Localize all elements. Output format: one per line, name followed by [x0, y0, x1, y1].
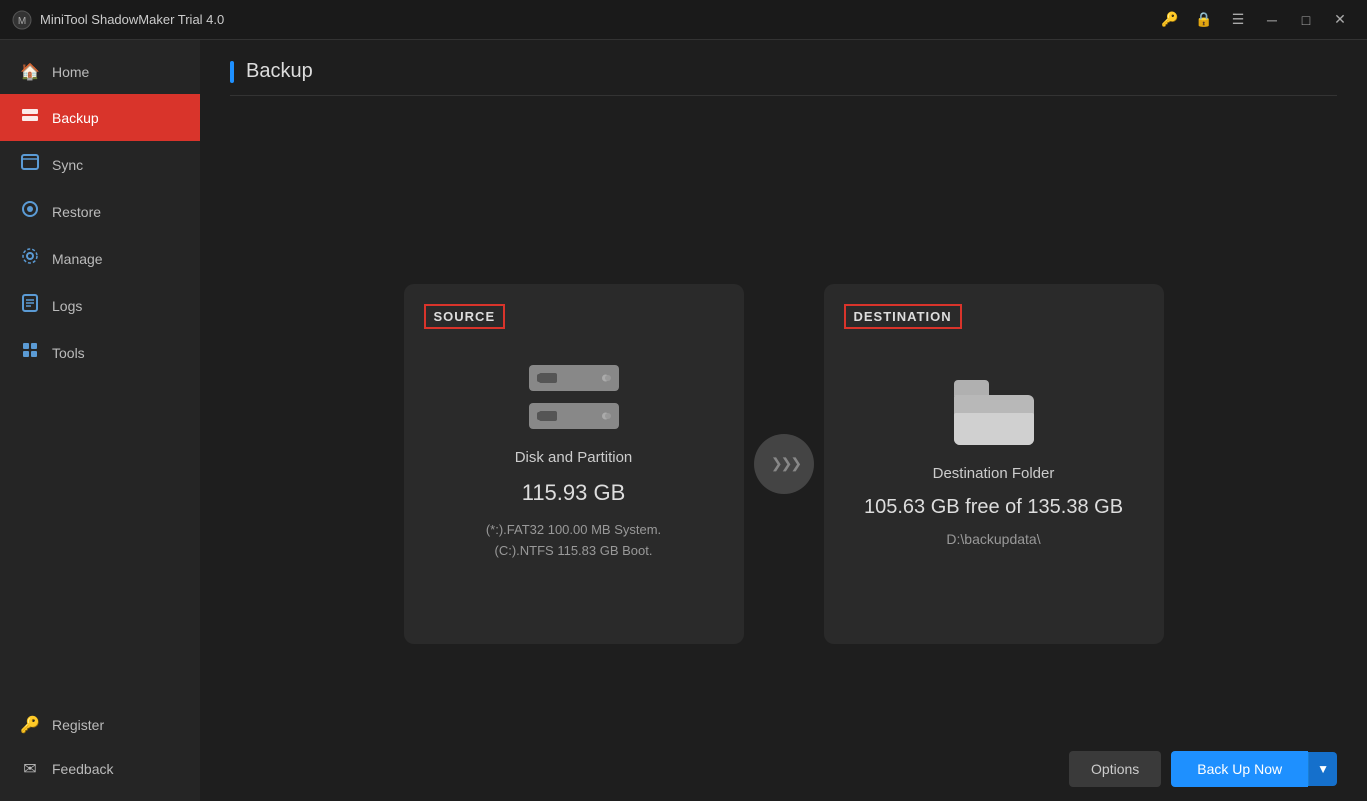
minimize-button[interactable]: ─ — [1257, 5, 1287, 35]
key-icon[interactable]: 🔑 — [1155, 5, 1185, 35]
source-detail1: (*:).FAT32 100.00 MB System. — [486, 520, 661, 541]
sidebar-label-manage: Manage — [52, 251, 103, 267]
source-card[interactable]: SOURCE Disk and Partition 115.93 — [404, 284, 744, 644]
sidebar-item-register[interactable]: 🔑 Register — [0, 703, 200, 747]
sidebar-item-feedback[interactable]: ✉ Feedback — [0, 747, 200, 791]
sidebar-item-backup[interactable]: Backup — [0, 94, 200, 141]
sidebar-label-home: Home — [52, 64, 89, 80]
sidebar-label-logs: Logs — [52, 298, 82, 314]
home-icon: 🏠 — [20, 62, 40, 82]
sidebar-label-register: Register — [52, 717, 104, 733]
svg-text:M: M — [18, 16, 26, 27]
logs-icon — [20, 294, 40, 317]
backup-now-button[interactable]: Back Up Now — [1171, 751, 1308, 787]
sidebar-item-home[interactable]: 🏠 Home — [0, 50, 200, 94]
menu-icon[interactable]: ☰ — [1223, 5, 1253, 35]
backup-area: SOURCE Disk and Partition 115.93 — [230, 126, 1337, 781]
destination-type: Destination Folder — [933, 465, 1055, 482]
sidebar-label-tools: Tools — [52, 345, 85, 361]
sidebar-item-restore[interactable]: Restore — [0, 188, 200, 235]
source-size: 115.93 GB — [522, 480, 626, 506]
sidebar-bottom: 🔑 Register ✉ Feedback — [0, 703, 200, 801]
folder-icon — [954, 380, 1034, 445]
sidebar-item-manage[interactable]: Manage — [0, 235, 200, 282]
sidebar-item-logs[interactable]: Logs — [0, 282, 200, 329]
destination-path: D:\backupdata\ — [946, 531, 1040, 547]
backup-icon — [20, 106, 40, 129]
sidebar-label-sync: Sync — [52, 157, 83, 173]
backup-arrow: ❯❯❯ — [754, 434, 814, 494]
maximize-button[interactable]: □ — [1291, 5, 1321, 35]
backup-now-group: Back Up Now ▼ — [1171, 751, 1337, 787]
sidebar-label-backup: Backup — [52, 110, 99, 126]
source-detail: (*:).FAT32 100.00 MB System. (C:).NTFS 1… — [486, 520, 661, 562]
source-type: Disk and Partition — [515, 449, 633, 466]
page-title: Backup — [246, 60, 313, 83]
sidebar-item-sync[interactable]: Sync — [0, 141, 200, 188]
destination-label: DESTINATION — [844, 304, 962, 329]
source-detail2: (C:).NTFS 115.83 GB Boot. — [486, 541, 661, 562]
title-bar: M MiniTool ShadowMaker Trial 4.0 🔑 🔒 ☰ ─… — [0, 0, 1367, 40]
title-actions: 🔑 🔒 ☰ ─ □ ✕ — [1155, 5, 1355, 35]
app-logo: M — [12, 10, 32, 30]
feedback-icon: ✉ — [20, 759, 40, 779]
tools-icon — [20, 341, 40, 364]
source-icon — [529, 365, 619, 429]
sidebar-label-feedback: Feedback — [52, 761, 113, 777]
shield-icon[interactable]: 🔒 — [1189, 5, 1219, 35]
disk-icon — [529, 365, 619, 429]
sidebar: 🏠 Home Backup Sync — [0, 40, 200, 801]
source-label: SOURCE — [424, 304, 506, 329]
main-layout: 🏠 Home Backup Sync — [0, 40, 1367, 801]
sidebar-label-restore: Restore — [52, 204, 101, 220]
content-area: Backup SOURCE — [200, 40, 1367, 801]
destination-free: 105.63 GB free of 135.38 GB — [864, 496, 1123, 519]
header-bar-accent — [230, 61, 234, 83]
options-button[interactable]: Options — [1069, 751, 1161, 787]
close-button[interactable]: ✕ — [1325, 5, 1355, 35]
app-title: MiniTool ShadowMaker Trial 4.0 — [40, 12, 1155, 27]
page-header: Backup — [230, 60, 1337, 96]
register-icon: 🔑 — [20, 715, 40, 735]
arrow-icon: ❯❯❯ — [771, 455, 800, 472]
restore-icon — [20, 200, 40, 223]
bottom-bar: Options Back Up Now ▼ — [200, 737, 1367, 801]
sync-icon — [20, 153, 40, 176]
sidebar-item-tools[interactable]: Tools — [0, 329, 200, 376]
manage-icon — [20, 247, 40, 270]
destination-card[interactable]: DESTINATION Destination Folder 105.63 GB… — [824, 284, 1164, 644]
backup-dropdown-button[interactable]: ▼ — [1308, 752, 1337, 786]
